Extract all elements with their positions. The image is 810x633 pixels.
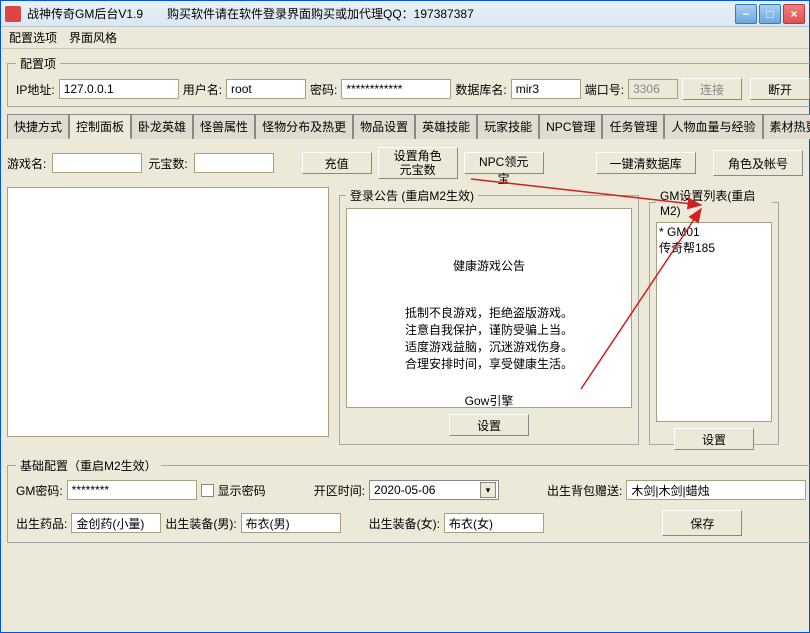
login-notice-legend: 登录公告 (重启M2生效) <box>346 187 478 204</box>
yb-label: 元宝数: <box>148 155 187 172</box>
npc-yb-button[interactable]: NPC领元宝 <box>464 152 544 174</box>
notice-title: 健康游戏公告 <box>355 257 623 274</box>
tab-0[interactable]: 快捷方式 <box>7 114 69 139</box>
basic-legend: 基础配置（重启M2生效） <box>16 457 161 474</box>
gift-input[interactable] <box>626 480 806 500</box>
tab-2[interactable]: 卧龙英雄 <box>131 114 193 139</box>
minimize-button[interactable]: − <box>735 4 757 24</box>
maximize-button[interactable]: □ <box>759 4 781 24</box>
pwd-input[interactable] <box>341 79 451 99</box>
window-title: 战神传奇GM后台V1.9 购买软件请在软件登录界面购买或加代理QQ：197387… <box>27 5 735 22</box>
set-char-yb-button[interactable]: 设置角色元宝数 <box>378 147 458 179</box>
save-button[interactable]: 保存 <box>662 510 742 536</box>
list-item[interactable]: 传奇帮185 <box>659 239 769 256</box>
tab-3[interactable]: 怪兽属性 <box>193 114 255 139</box>
yb-input[interactable] <box>194 153 274 173</box>
disconnect-button[interactable]: 断开 <box>750 78 810 100</box>
game-input[interactable] <box>52 153 142 173</box>
notice-line: 合理安排时间，享受健康生活。 <box>355 355 623 372</box>
menu-item[interactable]: 配置选项 <box>9 29 57 46</box>
ip-input[interactable] <box>59 79 179 99</box>
notice-footer: Gow引擎 <box>355 392 623 408</box>
notice-line: 抵制不良游戏，拒绝盗版游戏。 <box>355 304 623 321</box>
equipm-label: 出生装备(男): <box>165 515 236 532</box>
char-account-button[interactable]: 角色及帐号 <box>713 150 803 176</box>
menu-item[interactable]: 界面风格 <box>69 29 117 46</box>
game-label: 游戏名: <box>7 155 46 172</box>
gmpwd-label: GM密码: <box>16 482 63 499</box>
pwd-label: 密码: <box>310 81 337 98</box>
tab-bar: 快捷方式控制面板卧龙英雄怪兽属性怪物分布及热更物品设置英雄技能玩家技能NPC管理… <box>7 113 803 139</box>
db-input[interactable] <box>511 79 581 99</box>
tab-6[interactable]: 英雄技能 <box>415 114 477 139</box>
open-label: 开区时间: <box>314 482 365 499</box>
basic-fieldset: 基础配置（重启M2生效） GM密码: 显示密码 开区时间: 2020-05-06… <box>7 457 810 543</box>
equipm-input[interactable] <box>241 513 341 533</box>
left-textarea[interactable] <box>7 187 329 437</box>
app-icon <box>5 6 21 22</box>
gift-label: 出生背包赠送: <box>547 482 622 499</box>
db-label: 数据库名: <box>455 81 506 98</box>
tab-7[interactable]: 玩家技能 <box>477 114 539 139</box>
user-label: 用户名: <box>183 81 222 98</box>
ip-label: IP地址: <box>16 81 55 98</box>
connect-button: 连接 <box>682 78 742 100</box>
app-window: 战神传奇GM后台V1.9 购买软件请在软件登录界面购买或加代理QQ：197387… <box>0 0 810 633</box>
port-input <box>628 79 678 99</box>
titlebar: 战神传奇GM后台V1.9 购买软件请在软件登录界面购买或加代理QQ：197387… <box>1 1 809 27</box>
open-date-picker[interactable]: 2020-05-06 ▾ <box>369 480 499 500</box>
config-legend: 配置项 <box>16 55 60 72</box>
open-date-value: 2020-05-06 <box>374 483 435 497</box>
med-label: 出生药品: <box>16 515 67 532</box>
chevron-down-icon[interactable]: ▾ <box>480 482 496 498</box>
med-input[interactable] <box>71 513 161 533</box>
tab-1[interactable]: 控制面板 <box>69 114 131 139</box>
tab-9[interactable]: 任务管理 <box>602 114 664 139</box>
list-item[interactable]: * GM01 <box>659 225 769 239</box>
config-fieldset: 配置项 IP地址: 用户名: 密码: 数据库名: 端口号: 连接 断开 <box>7 55 810 107</box>
tab-11[interactable]: 素材热更 <box>763 114 810 139</box>
equipf-label: 出生装备(女): <box>369 515 440 532</box>
showpwd-label: 显示密码 <box>218 482 266 499</box>
gm-set-button[interactable]: 设置 <box>674 428 754 450</box>
gm-list-legend: GM设置列表(重启M2) <box>656 187 772 218</box>
tab-5[interactable]: 物品设置 <box>353 114 415 139</box>
recharge-button[interactable]: 充值 <box>302 152 372 174</box>
equipf-input[interactable] <box>444 513 544 533</box>
tab-4[interactable]: 怪物分布及热更 <box>255 114 353 139</box>
showpwd-checkbox[interactable] <box>201 484 214 497</box>
menubar: 配置选项 界面风格 <box>1 27 809 49</box>
login-notice-text[interactable]: 健康游戏公告 抵制不良游戏，拒绝盗版游戏。 注意自我保护，谨防受骗上当。 适度游… <box>346 208 632 408</box>
tab-10[interactable]: 人物血量与经验 <box>664 114 762 139</box>
login-notice-fieldset: 登录公告 (重启M2生效) 健康游戏公告 抵制不良游戏，拒绝盗版游戏。 注意自我… <box>339 187 639 445</box>
close-button[interactable]: × <box>783 4 805 24</box>
notice-set-button[interactable]: 设置 <box>449 414 529 436</box>
gm-listbox[interactable]: * GM01 传奇帮185 <box>656 222 772 422</box>
gmpwd-input[interactable] <box>67 480 197 500</box>
user-input[interactable] <box>226 79 306 99</box>
notice-line: 注意自我保护，谨防受骗上当。 <box>355 321 623 338</box>
tab-8[interactable]: NPC管理 <box>539 114 602 139</box>
clear-db-button[interactable]: 一键清数据库 <box>596 152 696 174</box>
notice-line: 适度游戏益脑，沉迷游戏伤身。 <box>355 338 623 355</box>
port-label: 端口号: <box>585 81 624 98</box>
gm-list-fieldset: GM设置列表(重启M2) * GM01 传奇帮185 设置 <box>649 187 779 445</box>
